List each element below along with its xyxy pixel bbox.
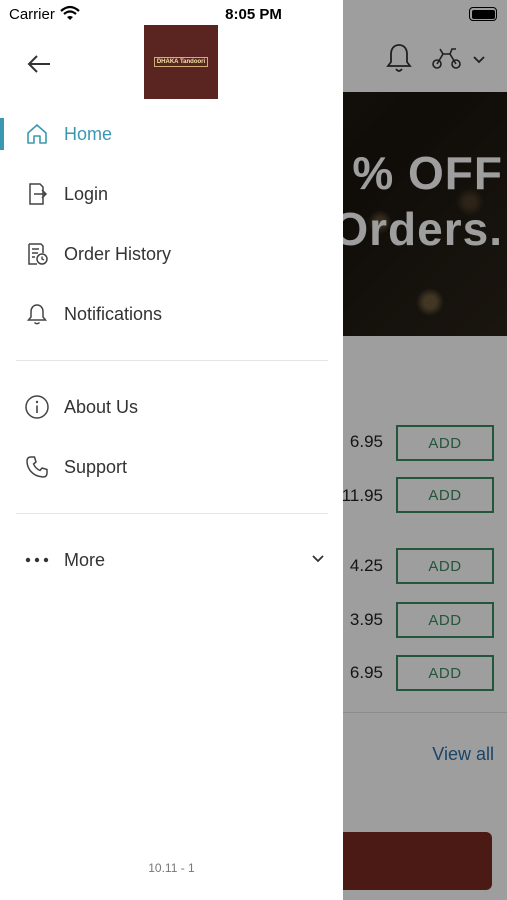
menu-item-support[interactable]: Support	[0, 442, 343, 492]
login-icon	[24, 181, 50, 207]
app-version: 10.11 - 1	[148, 861, 195, 875]
phone-icon	[24, 454, 50, 480]
logo-text: DHAKA Tandoori	[153, 57, 209, 67]
menu-label: Notifications	[64, 303, 163, 324]
menu-divider	[16, 513, 328, 514]
status-time: 8:05 PM	[225, 6, 282, 23]
navigation-drawer: DHAKA Tandoori Home Login Order History …	[0, 0, 343, 900]
menu-label: Order History	[64, 243, 172, 264]
arrow-left-icon	[27, 55, 50, 73]
menu-item-home[interactable]: Home	[0, 109, 343, 159]
menu-label: Support	[64, 456, 128, 477]
menu-item-order-history[interactable]: Order History	[0, 229, 343, 279]
menu-label: Login	[64, 183, 109, 204]
bell-icon	[24, 301, 50, 327]
menu-item-notifications[interactable]: Notifications	[0, 289, 343, 339]
menu-label: Home	[64, 123, 113, 144]
status-bar: Carrier 8:05 PM	[0, 0, 507, 30]
menu-divider	[16, 360, 328, 361]
order-history-icon	[24, 241, 50, 267]
menu-item-about-us[interactable]: About Us	[0, 382, 343, 432]
menu-label: More	[64, 549, 106, 570]
chevron-down-icon[interactable]	[311, 551, 325, 569]
home-icon	[24, 121, 50, 147]
back-button[interactable]	[22, 50, 56, 78]
menu-item-login[interactable]: Login	[0, 169, 343, 219]
store-logo: DHAKA Tandoori	[144, 25, 218, 99]
battery-icon	[469, 7, 497, 21]
info-icon	[24, 394, 50, 420]
menu-item-more[interactable]: More	[0, 535, 343, 585]
more-dots-icon	[24, 547, 50, 573]
menu-label: About Us	[64, 396, 139, 417]
